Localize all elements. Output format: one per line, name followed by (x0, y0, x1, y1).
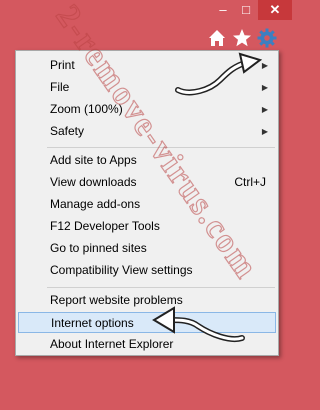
submenu-arrow-icon: ▶ (261, 83, 268, 92)
menu-item-label: Internet options (51, 316, 134, 330)
menu-item-label: Go to pinned sites (50, 241, 147, 255)
menu-item-label: Print (50, 58, 75, 72)
menu-item-zoom[interactable]: Zoom (100%) ▶ (18, 99, 276, 120)
menu-item-label: Compatibility View settings (50, 263, 193, 277)
menu-item-go-to-pinned-sites[interactable]: Go to pinned sites (18, 238, 276, 259)
tools-menu: Print ▶ File ▶ Zoom (100%) ▶ Safety ▶ Ad… (15, 50, 279, 356)
menu-item-compatibility-view-settings[interactable]: Compatibility View settings (18, 260, 276, 281)
menu-item-label: About Internet Explorer (50, 337, 174, 351)
maximize-button[interactable]: □ (234, 0, 258, 20)
submenu-arrow-icon: ▶ (261, 61, 268, 70)
star-icon[interactable] (231, 27, 253, 49)
menu-item-internet-options[interactable]: Internet options (18, 312, 276, 333)
minimize-button[interactable]: – (212, 0, 234, 20)
command-toolbar (0, 24, 292, 52)
menu-item-view-downloads[interactable]: View downloads Ctrl+J (18, 172, 276, 193)
menu-item-label: Safety (50, 124, 85, 138)
menu-item-shortcut: Ctrl+J (234, 175, 266, 189)
menu-separator (47, 147, 275, 148)
menu-item-manage-add-ons[interactable]: Manage add-ons (18, 194, 276, 215)
menu-item-label: Add site to Apps (50, 153, 137, 167)
menu-item-label: Report website problems (50, 293, 183, 307)
close-button[interactable]: ✕ (258, 0, 292, 20)
menu-item-label: F12 Developer Tools (50, 219, 160, 233)
menu-item-safety[interactable]: Safety ▶ (18, 121, 276, 142)
menu-item-f12-developer-tools[interactable]: F12 Developer Tools (18, 216, 276, 237)
menu-item-print[interactable]: Print ▶ (18, 55, 276, 76)
menu-item-label: Zoom (100%) (50, 102, 123, 116)
title-bar: – □ ✕ (0, 0, 292, 24)
menu-item-report-website-problems[interactable]: Report website problems (18, 290, 276, 311)
menu-item-label: Manage add-ons (50, 197, 141, 211)
home-icon[interactable] (206, 27, 228, 49)
menu-item-label: File (50, 80, 70, 94)
submenu-arrow-icon: ▶ (261, 127, 268, 136)
menu-item-about-internet-explorer[interactable]: About Internet Explorer (18, 334, 276, 355)
menu-separator (47, 287, 275, 288)
gear-icon[interactable] (256, 27, 278, 49)
submenu-arrow-icon: ▶ (261, 105, 268, 114)
menu-item-file[interactable]: File ▶ (18, 77, 276, 98)
menu-item-add-site-to-apps[interactable]: Add site to Apps (18, 150, 276, 171)
menu-item-label: View downloads (50, 175, 137, 189)
